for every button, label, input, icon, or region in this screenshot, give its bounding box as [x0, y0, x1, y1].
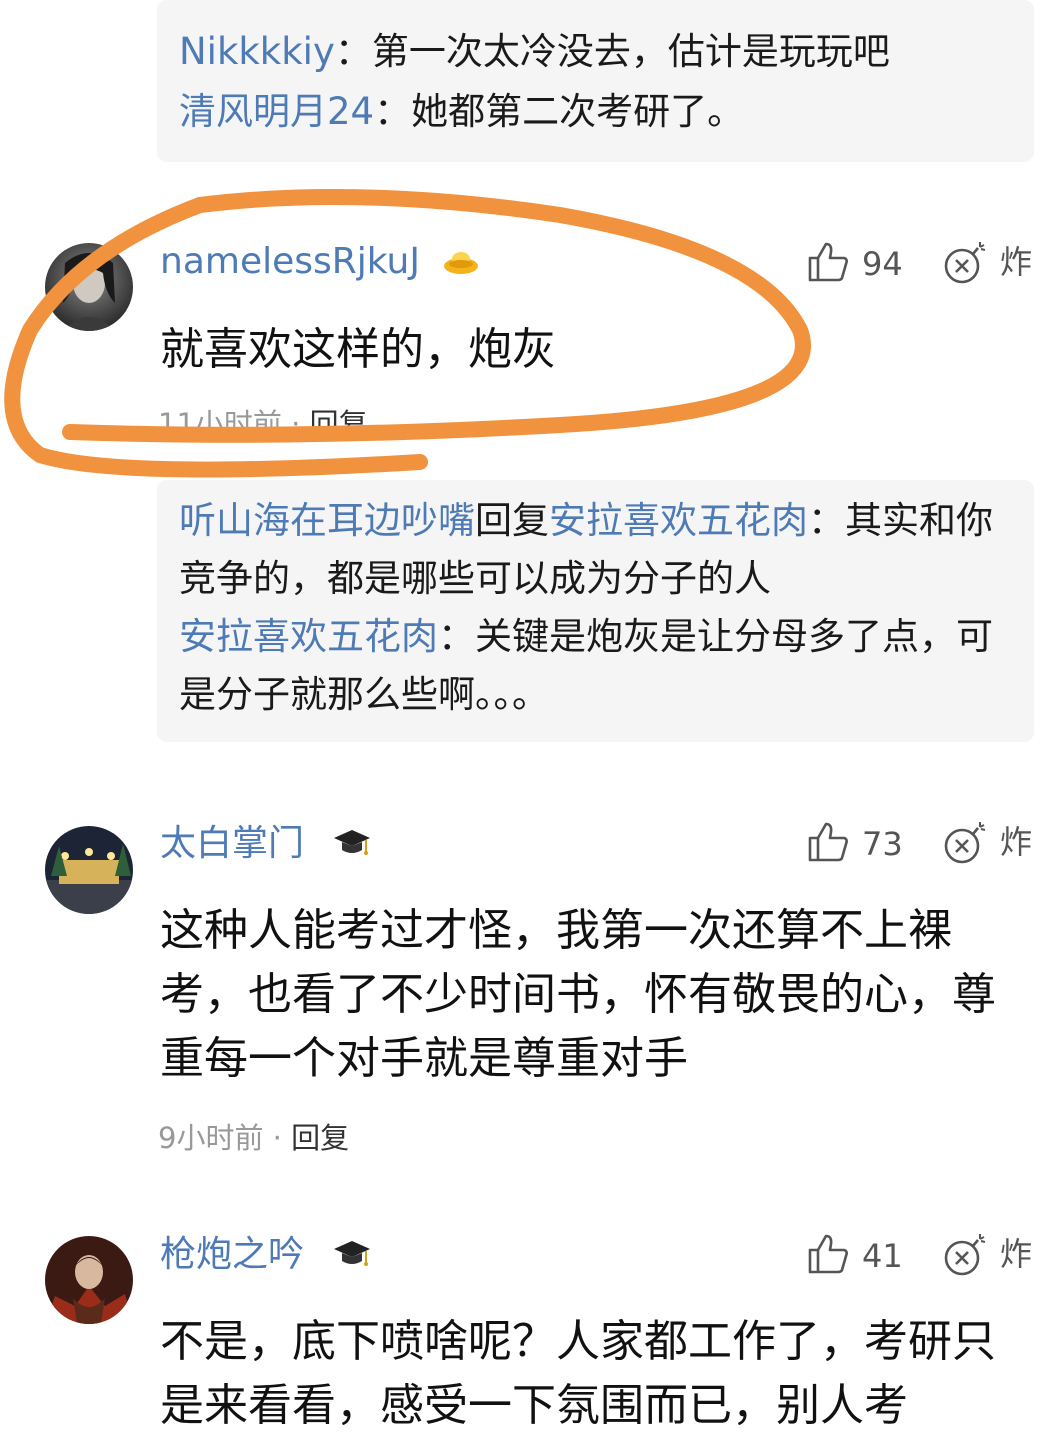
thumbs-up-icon: [808, 1234, 848, 1274]
graduation-cap-icon: [334, 1241, 370, 1266]
meta-dot: ·: [263, 1121, 292, 1155]
username[interactable]: namelessRjkuJ: [160, 238, 420, 286]
reply-text: 第一次太冷没去，估计是玩玩吧: [371, 30, 890, 73]
reply-line[interactable]: 安拉喜欢五花肉：关键是炮灰是让分母多了点，可是分子就那么些啊。。。: [179, 608, 1012, 724]
bomb-icon: [944, 1234, 986, 1276]
comment-meta: 11小时前 · 回复: [158, 404, 368, 444]
username[interactable]: 太白掌门: [160, 820, 304, 868]
avatar[interactable]: [45, 1236, 133, 1324]
reply-line[interactable]: 听山海在耳边吵嘴回复安拉喜欢五花肉：其实和你竞争的，都是哪些可以成为分子的人: [179, 492, 1012, 608]
comment-text: 不是，底下喷啥呢？人家都工作了，考研只是来看看，感受一下氛围而已，别人考: [160, 1316, 996, 1431]
reply-target-nickname[interactable]: 安拉喜欢五花肉: [549, 499, 808, 542]
reply-separator: ：: [374, 90, 412, 133]
avatar[interactable]: [45, 826, 133, 914]
gold-ingot-icon: [444, 252, 478, 274]
reply-separator: ：: [334, 30, 372, 73]
bomb-icon: [944, 822, 986, 864]
thumbs-up-icon: [808, 822, 848, 862]
like-count: 94: [862, 245, 903, 283]
reply-thread[interactable]: 听山海在耳边吵嘴回复安拉喜欢五花肉：其实和你竞争的，都是哪些可以成为分子的人 安…: [157, 480, 1034, 742]
like-count: 41: [862, 1237, 903, 1275]
like-count: 73: [862, 825, 903, 863]
graduation-cap-icon: [334, 830, 370, 855]
username[interactable]: 枪炮之吟: [160, 1231, 304, 1279]
reply-separator: ：: [438, 615, 475, 658]
reply-link[interactable]: 回复: [310, 407, 368, 441]
bomb-label: 炸: [1000, 243, 1033, 281]
reply-separator: ：: [808, 499, 845, 542]
comment-meta: 9小时前 · 回复: [158, 1118, 349, 1158]
reply-nickname[interactable]: 清风明月24: [179, 90, 374, 133]
comment-text: 这种人能考过才怪，我第一次还算不上裸考，也看了不少时间书，怀有敬畏的心，尊重每一…: [160, 905, 996, 1084]
avatar[interactable]: [45, 243, 133, 331]
reply-thread-top[interactable]: Nikkkkiy：第一次太冷没去，估计是玩玩吧 清风明月24：她都第二次考研了。: [157, 0, 1034, 162]
reply-link[interactable]: 回复: [291, 1121, 349, 1155]
bomb-label: 炸: [1000, 823, 1033, 861]
reply-nickname[interactable]: 安拉喜欢五花肉: [179, 615, 438, 658]
reply-line[interactable]: Nikkkkiy：第一次太冷没去，估计是玩玩吧: [179, 22, 1012, 82]
bomb-label: 炸: [1000, 1235, 1033, 1273]
reply-connector: 回复: [475, 499, 549, 542]
meta-dot: ·: [281, 407, 310, 441]
reply-nickname[interactable]: Nikkkkiy: [179, 30, 335, 73]
reply-text: 她都第二次考研了。: [411, 90, 745, 133]
comment-text: 就喜欢这样的，炮灰: [160, 324, 556, 375]
timestamp: 9小时前: [158, 1121, 264, 1155]
timestamp: 11小时前: [158, 407, 282, 441]
bomb-icon: [944, 242, 986, 284]
reply-line[interactable]: 清风明月24：她都第二次考研了。: [179, 82, 1012, 142]
thumbs-up-icon: [808, 242, 848, 282]
reply-nickname[interactable]: 听山海在耳边吵嘴: [179, 499, 475, 542]
